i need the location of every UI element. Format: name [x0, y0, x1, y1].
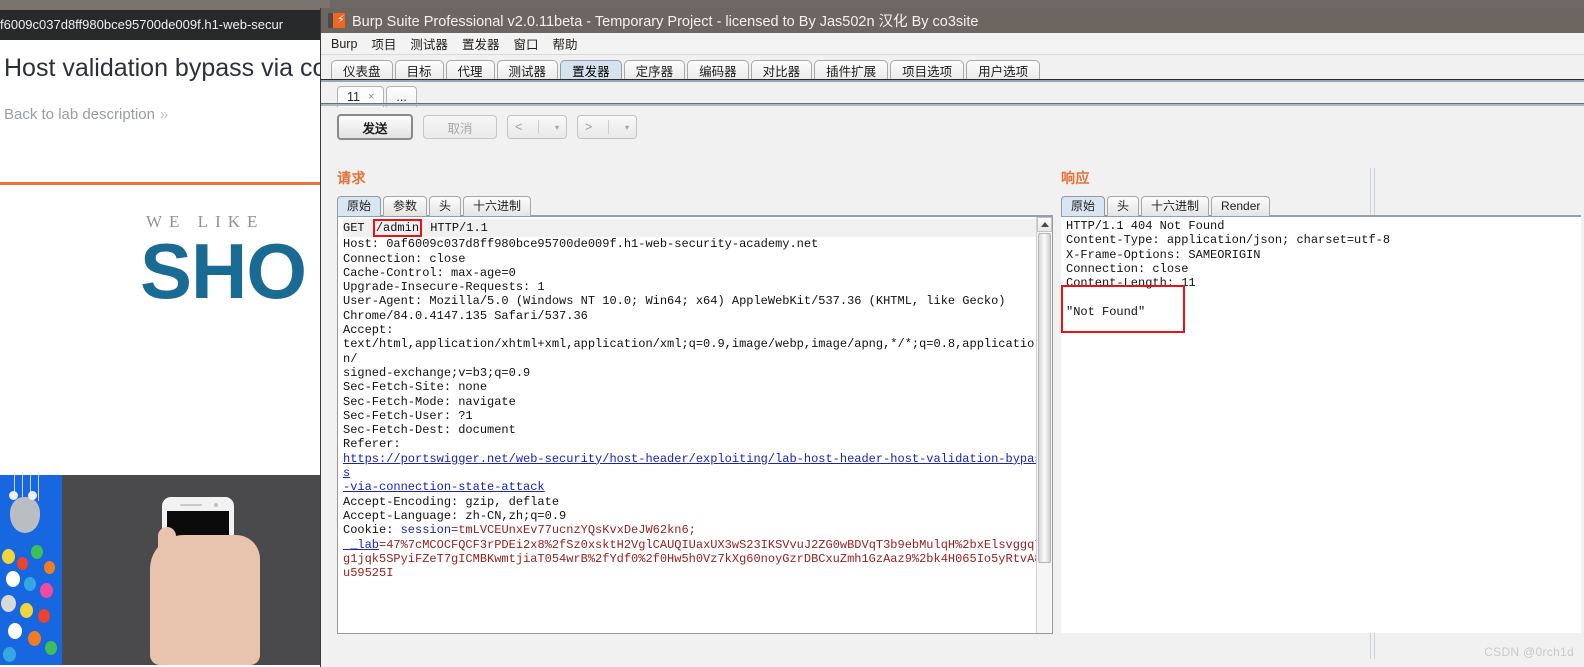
- chevron-down-icon[interactable]: ▾: [625, 123, 629, 132]
- back-link-label: Back to lab description: [4, 106, 155, 123]
- request-response-panes: 请求 原始 参数 头 十六进制 GET /admin HTTP/1.1 Host:…: [321, 168, 1584, 667]
- menu-item-project[interactable]: 项目: [371, 34, 396, 53]
- shop-wordmark: SHO: [140, 227, 307, 315]
- header-divider: [0, 182, 330, 185]
- repeater-tab-divider: [321, 104, 1584, 106]
- response-line-x-frame-options: X-Frame-Options: SAMEORIGIN: [1066, 247, 1261, 262]
- response-tab-render[interactable]: Render: [1211, 196, 1271, 216]
- request-editor-scrollbar[interactable]: [1036, 217, 1052, 633]
- cookie-session-name: session: [400, 523, 452, 538]
- request-line-sec-fetch-dest: Sec-Fetch-Dest: document: [343, 423, 516, 438]
- request-line-sec-fetch-mode: Sec-Fetch-Mode: navigate: [343, 394, 516, 409]
- response-tab-bar: 原始 头 十六进制 Render: [1061, 194, 1581, 216]
- request-tab-headers[interactable]: 头: [429, 196, 462, 216]
- request-line-accept-encoding: Accept-Encoding: gzip, deflate: [343, 494, 560, 509]
- request-line-accept-value-cont: signed-exchange;v=b3;q=0.9: [343, 365, 531, 380]
- request-line-referer-url-cont: -via-connection-state-attack: [343, 480, 545, 495]
- browser-url-bar[interactable]: f6009c037d8ff980bce95700de009f.h1-web-se…: [0, 10, 330, 40]
- response-tab-hex[interactable]: 十六进制: [1141, 196, 1210, 216]
- response-tab-raw[interactable]: 原始: [1061, 196, 1106, 216]
- dog-figure: [10, 497, 40, 533]
- background-browser-window: f6009c037d8ff980bce95700de009f.h1-web-se…: [0, 0, 330, 667]
- response-pane: 响应 原始 头 十六进制 Render HTTP/1.1 404 Not Fou…: [1061, 168, 1581, 667]
- request-first-line: GET /admin HTTP/1.1: [343, 219, 1048, 238]
- burp-logo-icon: ⚡: [328, 12, 345, 29]
- request-line-host: Host: 0af6009c037d8ff980bce95700de009f.h…: [343, 237, 819, 252]
- response-status-line: HTTP/1.1 404 Not Found: [1066, 219, 1225, 233]
- response-line-content-type: Content-Type: application/json; charset=…: [1066, 233, 1391, 248]
- shop-banner: WE LIKE SHO: [0, 190, 330, 340]
- request-line-sec-fetch-site: Sec-Fetch-Site: none: [343, 380, 488, 395]
- lab-page-title: Host validation bypass via con: [4, 54, 330, 82]
- request-line-cookie-label: Cookie:: [343, 523, 401, 538]
- send-button[interactable]: 发送: [337, 114, 413, 140]
- request-line-sec-fetch-user: Sec-Fetch-User: ?1: [343, 408, 473, 423]
- request-tab-params[interactable]: 参数: [383, 196, 428, 216]
- menu-item-repeater[interactable]: 置发器: [462, 34, 500, 53]
- menu-bar: Burp 项目 测试器 置发器 窗口 帮助: [321, 33, 1584, 55]
- chevron-double-right-icon: »: [159, 106, 169, 123]
- request-editor[interactable]: GET /admin HTTP/1.1 Host: 0af6009c037d8ff…: [337, 217, 1053, 634]
- lab-page-content: Host validation bypass via con Back to l…: [0, 40, 330, 667]
- response-pane-title: 响应: [1061, 170, 1090, 186]
- menu-item-intruder[interactable]: 测试器: [410, 34, 448, 53]
- request-http-version: HTTP/1.1: [423, 221, 488, 235]
- request-line-accept-language: Accept-Language: zh-CN,zh;q=0.9: [343, 508, 567, 523]
- response-line-connection: Connection: close: [1066, 261, 1189, 276]
- back-arrow-icon: <: [515, 120, 523, 134]
- forward-button[interactable]: > ▾: [577, 115, 637, 139]
- cancel-button: 取消: [423, 115, 497, 139]
- menu-item-help[interactable]: 帮助: [552, 34, 577, 53]
- burp-suite-window: ⚡ Burp Suite Professional v2.0.11beta - …: [320, 8, 1584, 667]
- response-tab-headers[interactable]: 头: [1107, 196, 1140, 216]
- repeater-action-bar: 发送 取消 < ▾ > ▾: [321, 106, 1584, 148]
- response-line-content-length: Content-Length: 11: [1066, 276, 1196, 291]
- chevron-down-icon[interactable]: ▾: [555, 123, 559, 132]
- request-tab-bar: 原始 参数 头 十六进制: [337, 194, 1053, 216]
- cookie-session-value: =tmLVCEUnxEv77ucnzYQsKvxDeJW62kn6;: [451, 523, 696, 538]
- request-line-user-agent: User-Agent: Mozilla/5.0 (Windows NT 10.0…: [343, 294, 1006, 309]
- request-line-referer-url: https://portswigger.net/web-security/hos…: [343, 451, 1042, 481]
- request-pane: 请求 原始 参数 头 十六进制 GET /admin HTTP/1.1 Host:…: [337, 168, 1053, 667]
- product-tiles: [0, 475, 330, 665]
- window-title: Burp Suite Professional v2.0.11beta - Te…: [352, 14, 979, 30]
- repeater-tab-bar: 11 × ...: [321, 82, 1584, 107]
- scrollbar-thumb[interactable]: [1038, 233, 1051, 563]
- cookie-lab-name: _lab: [343, 537, 380, 552]
- cookie-lab-value: =47%7cMCOCFQCF3rPDEi2x8%2fSz0xsktH2VglCA…: [343, 537, 1042, 581]
- window-titlebar: ⚡ Burp Suite Professional v2.0.11beta - …: [321, 8, 1584, 33]
- browser-chrome-strip: [0, 0, 330, 10]
- request-tab-hex[interactable]: 十六进制: [463, 196, 532, 216]
- forward-arrow-icon: >: [585, 120, 593, 134]
- menu-item-window[interactable]: 窗口: [513, 34, 538, 53]
- scroll-up-icon[interactable]: [1037, 217, 1052, 232]
- window-bottom-filler: [321, 659, 1584, 667]
- back-to-lab-description-link[interactable]: Back to lab description»: [4, 106, 168, 123]
- highlighted-path: /admin: [372, 219, 423, 238]
- back-button[interactable]: < ▾: [507, 115, 567, 139]
- request-line-referer: Referer:: [343, 437, 401, 452]
- main-tab-bar: 仪表盘 目标 代理 测试器 置发器 定序器 编码器 对比器 插件扩展 项目选项 …: [321, 55, 1584, 83]
- csdn-watermark: CSDN @0rch1d: [1484, 645, 1574, 659]
- request-line-accept-value: text/html,application/xhtml+xml,applicat…: [343, 337, 1035, 366]
- response-body: "Not Found": [1066, 304, 1146, 319]
- request-pane-title: 请求: [337, 170, 366, 186]
- balloons-image: [0, 475, 62, 665]
- request-tab-raw[interactable]: 原始: [337, 196, 382, 216]
- phone-product-image: [62, 475, 330, 665]
- menu-item-burp[interactable]: Burp: [331, 37, 357, 51]
- response-editor[interactable]: HTTP/1.1 404 Not Found Content-Type: app…: [1061, 217, 1581, 633]
- browser-url-text: f6009c037d8ff980bce95700de009f.h1-web-se…: [0, 17, 284, 32]
